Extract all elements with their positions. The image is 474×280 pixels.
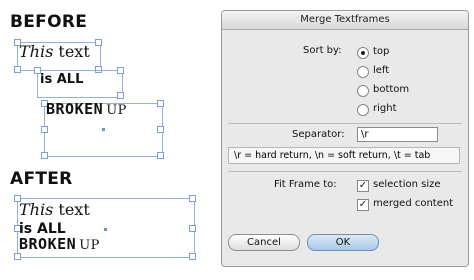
dialog-title: Merge Textframes — [222, 11, 468, 30]
sort-by-label: Sort by: — [303, 45, 342, 56]
merge-textframes-dialog: Merge Textframes Sort by: top left botto… — [221, 10, 469, 267]
separator-hint: \r = hard return, \n = soft return, \t =… — [228, 147, 460, 164]
after-heading: AFTER — [10, 169, 73, 189]
before-line-1: This text — [19, 42, 90, 61]
separator-input[interactable]: \r — [357, 127, 438, 142]
before-heading: BEFORE — [10, 12, 88, 32]
after-line-1: This text — [19, 200, 90, 219]
separator-label: Separator: — [292, 129, 345, 140]
after-line-3: BROKEN UP — [19, 235, 100, 253]
ok-button[interactable]: OK — [307, 234, 379, 251]
before-line-2: is ALL — [40, 72, 84, 87]
divider — [228, 171, 462, 172]
divider — [228, 123, 462, 124]
before-line-3: BROKEN UP — [46, 100, 127, 118]
cancel-button[interactable]: Cancel — [228, 234, 300, 251]
fit-frame-label: Fit Frame to: — [274, 179, 337, 190]
